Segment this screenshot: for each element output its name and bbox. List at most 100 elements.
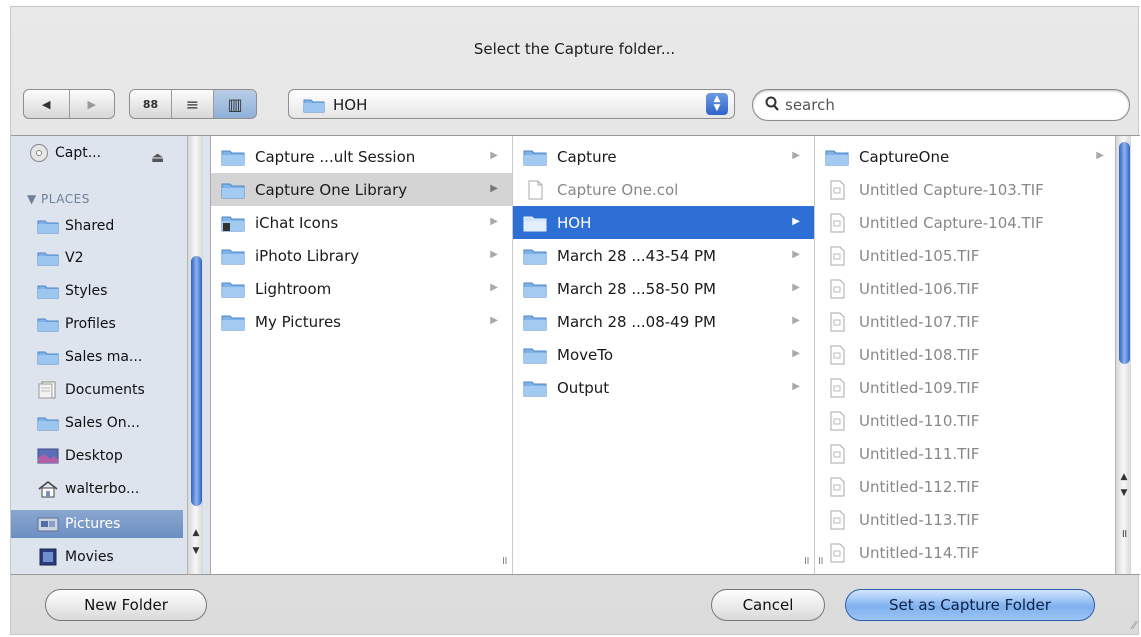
column-view-icon: ▥ bbox=[227, 94, 243, 114]
sidebar-scrollbar[interactable]: ▲ ▼ bbox=[187, 136, 203, 574]
file-scroll-thumb[interactable] bbox=[1119, 142, 1130, 364]
tif-file-icon bbox=[825, 279, 849, 299]
list-item[interactable]: iChat Icons ▶ bbox=[211, 206, 512, 239]
list-item[interactable]: Capture One Library ▶ bbox=[211, 173, 512, 206]
icon-view-icon: 88 bbox=[142, 97, 159, 111]
list-item[interactable]: Untitled-106.TIF bbox=[815, 272, 1140, 305]
list-item[interactable]: Untitled-105.TIF bbox=[815, 239, 1140, 272]
column-resize-handle[interactable]: ॥ bbox=[803, 553, 810, 568]
list-item[interactable]: iPhoto Library ▶ bbox=[211, 239, 512, 272]
forward-button[interactable]: ▶ bbox=[70, 90, 115, 118]
scroll-up-arrow-icon[interactable]: ▲ bbox=[1116, 472, 1132, 486]
folder-icon bbox=[221, 313, 245, 331]
list-item[interactable]: March 28 ...58-50 PM ▶ bbox=[513, 272, 814, 305]
sidebar-item-home[interactable]: walterbo... bbox=[37, 475, 139, 503]
sidebar-item-profiles[interactable]: Profiles bbox=[37, 310, 116, 338]
sidebar-item-sales-on[interactable]: Sales On... bbox=[37, 409, 140, 437]
list-item-label: Untitled-106.TIF bbox=[859, 279, 980, 298]
places-heading-label: PLACES bbox=[41, 192, 90, 206]
list-item-label: MoveTo bbox=[557, 345, 614, 364]
column-resize-handle[interactable]: ॥ bbox=[501, 553, 508, 568]
list-item-label: Untitled-111.TIF bbox=[859, 444, 980, 463]
list-item[interactable]: Untitled-110.TIF bbox=[815, 404, 1140, 437]
list-item-label: Lightroom bbox=[255, 279, 332, 298]
list-view-button[interactable]: ≡ bbox=[172, 90, 214, 118]
list-item[interactable]: Capture ▶ bbox=[513, 140, 814, 173]
eject-icon[interactable]: ⏏ bbox=[151, 150, 164, 166]
list-item[interactable]: Lightroom ▶ bbox=[211, 272, 512, 305]
ichat-folder-icon bbox=[221, 214, 245, 232]
list-item-label: March 28 ...08-49 PM bbox=[557, 312, 716, 331]
folder-icon bbox=[221, 280, 245, 298]
scroll-up-arrow-icon[interactable]: ▲ bbox=[188, 528, 204, 542]
sidebar-item-label: Shared bbox=[65, 218, 115, 234]
sidebar-item-label: Styles bbox=[65, 283, 108, 299]
disclosure-arrow-icon: ▶ bbox=[490, 183, 498, 194]
disclosure-arrow-icon: ▶ bbox=[490, 216, 498, 227]
list-item-label: March 28 ...43-54 PM bbox=[557, 246, 716, 265]
column-view-button[interactable]: ▥ bbox=[214, 90, 256, 118]
tif-file-icon bbox=[825, 444, 849, 464]
sidebar-item-styles[interactable]: Styles bbox=[37, 277, 107, 305]
list-item[interactable]: CaptureOne ▶ bbox=[815, 140, 1140, 173]
search-input[interactable] bbox=[783, 94, 1103, 116]
list-item[interactable]: Untitled-114.TIF bbox=[815, 536, 1140, 569]
sidebar-scroll-thumb[interactable] bbox=[191, 256, 202, 506]
sidebar-device-capture[interactable]: Capt... bbox=[29, 139, 101, 167]
list-item[interactable]: Untitled-107.TIF bbox=[815, 305, 1140, 338]
list-item[interactable]: Capture ...ult Session ▶ bbox=[211, 140, 512, 173]
cancel-button[interactable]: Cancel bbox=[711, 589, 825, 621]
folder-icon bbox=[523, 148, 547, 166]
list-item-label: Capture ...ult Session bbox=[255, 147, 416, 166]
list-item[interactable]: Untitled-109.TIF bbox=[815, 371, 1140, 404]
path-popup[interactable]: HOH ▲ ▼ bbox=[288, 89, 735, 119]
list-item[interactable]: March 28 ...08-49 PM ▶ bbox=[513, 305, 814, 338]
list-item-label: Capture One.col bbox=[557, 180, 679, 199]
list-item-label: March 28 ...58-50 PM bbox=[557, 279, 716, 298]
sidebar-item-desktop[interactable]: Desktop bbox=[37, 442, 123, 470]
list-item[interactable]: Untitled-108.TIF bbox=[815, 338, 1140, 371]
sidebar-item-sales-ma[interactable]: Sales ma... bbox=[37, 343, 142, 371]
scroll-down-arrow-icon[interactable]: ▼ bbox=[188, 546, 204, 560]
disclosure-arrow-icon: ▶ bbox=[792, 150, 800, 161]
new-folder-button[interactable]: New Folder bbox=[45, 589, 207, 621]
list-item[interactable]: Untitled-111.TIF bbox=[815, 437, 1140, 470]
list-item[interactable]: Untitled Capture-103.TIF bbox=[815, 173, 1140, 206]
back-arrow-icon: ◀ bbox=[42, 97, 51, 111]
sidebar-item-shared[interactable]: Shared bbox=[37, 212, 114, 240]
set-capture-folder-button[interactable]: Set as Capture Folder bbox=[845, 589, 1095, 621]
sidebar-item-label: Pictures bbox=[65, 516, 121, 532]
path-popup-value: HOH bbox=[333, 96, 368, 114]
column-resize-handle[interactable]: ॥ bbox=[817, 553, 824, 568]
tif-file-icon bbox=[825, 543, 849, 563]
list-item[interactable]: My Pictures ▶ bbox=[211, 305, 512, 338]
back-button[interactable]: ◀ bbox=[24, 90, 70, 118]
list-item[interactable]: HOH ▶ bbox=[513, 206, 814, 239]
disclosure-arrow-icon: ▶ bbox=[490, 315, 498, 326]
list-item[interactable]: MoveTo ▶ bbox=[513, 338, 814, 371]
resize-grip-icon[interactable]: ⁄⁄ bbox=[1132, 619, 1136, 632]
documents-icon bbox=[37, 381, 59, 399]
list-item[interactable]: Untitled-113.TIF bbox=[815, 503, 1140, 536]
icon-view-button[interactable]: 88 bbox=[130, 90, 172, 118]
scroll-down-arrow-icon[interactable]: ▼ bbox=[1116, 488, 1132, 502]
sidebar-item-movies[interactable]: Movies bbox=[37, 543, 114, 571]
popup-arrows-icon: ▲ ▼ bbox=[706, 93, 728, 115]
tif-file-icon bbox=[825, 312, 849, 332]
list-item[interactable]: Untitled-112.TIF bbox=[815, 470, 1140, 503]
list-item[interactable]: Output ▶ bbox=[513, 371, 814, 404]
folder-icon bbox=[37, 218, 59, 234]
sidebar-item-documents[interactable]: Documents bbox=[37, 376, 145, 404]
list-item[interactable]: Untitled Capture-104.TIF bbox=[815, 206, 1140, 239]
file-column-scrollbar[interactable]: ▲ ▼ ॥ bbox=[1115, 136, 1131, 574]
sidebar-item-pictures[interactable]: Pictures bbox=[11, 510, 183, 538]
sidebar-item-label: Desktop bbox=[65, 448, 123, 464]
list-item[interactable]: Capture One.col bbox=[513, 173, 814, 206]
sidebar-item-v2[interactable]: V2 bbox=[37, 244, 83, 272]
back-forward-control: ◀ ▶ bbox=[23, 89, 115, 119]
tif-file-icon bbox=[825, 510, 849, 530]
tif-file-icon bbox=[825, 345, 849, 365]
list-item[interactable]: March 28 ...43-54 PM ▶ bbox=[513, 239, 814, 272]
sidebar-device-label: Capt... bbox=[55, 145, 102, 161]
column-resize-handle[interactable]: ॥ bbox=[1116, 526, 1132, 540]
